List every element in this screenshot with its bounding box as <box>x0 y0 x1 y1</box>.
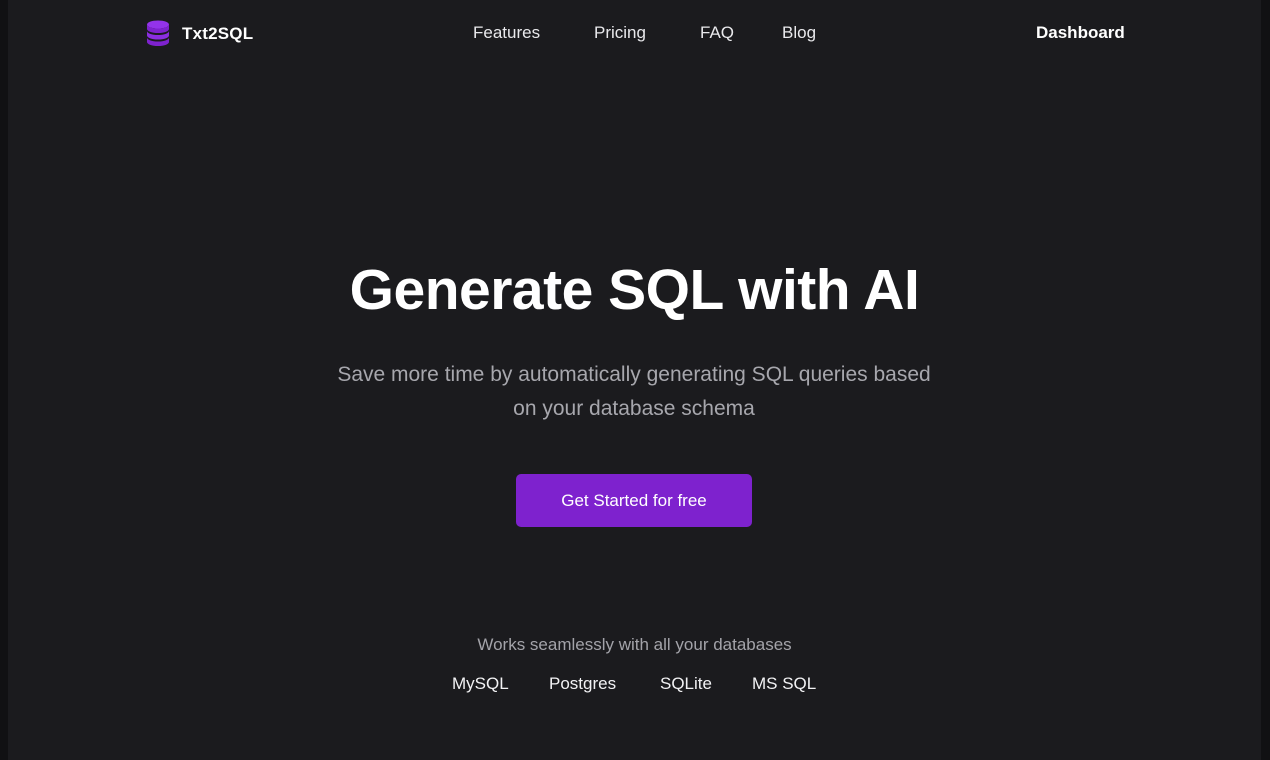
databases-caption: Works seamlessly with all your databases <box>477 635 792 654</box>
landing-page: Txt2SQL Features Pricing FAQ Blog Dashbo… <box>8 0 1261 760</box>
hero-title: Generate SQL with AI <box>349 258 920 322</box>
site-header: Txt2SQL Features Pricing FAQ Blog Dashbo… <box>8 0 1261 68</box>
nav-link-faq[interactable]: FAQ <box>700 23 734 43</box>
nav-link-pricing[interactable]: Pricing <box>594 23 646 43</box>
database-item-postgres: Postgres <box>549 674 617 693</box>
get-started-button[interactable]: Get Started for free <box>516 474 752 527</box>
dashboard-link[interactable]: Dashboard <box>1036 23 1125 43</box>
nav-link-features[interactable]: Features <box>473 23 540 43</box>
database-list: MySQL Postgres SQLite MS SQL <box>8 674 1261 696</box>
database-item-sqlite: SQLite <box>660 674 712 693</box>
nav-link-blog[interactable]: Blog <box>782 23 816 43</box>
hero-subtitle: Save more time by automatically generati… <box>337 363 931 420</box>
database-item-mysql: MySQL <box>452 674 509 693</box>
database-item-mssql: MS SQL <box>752 674 817 693</box>
